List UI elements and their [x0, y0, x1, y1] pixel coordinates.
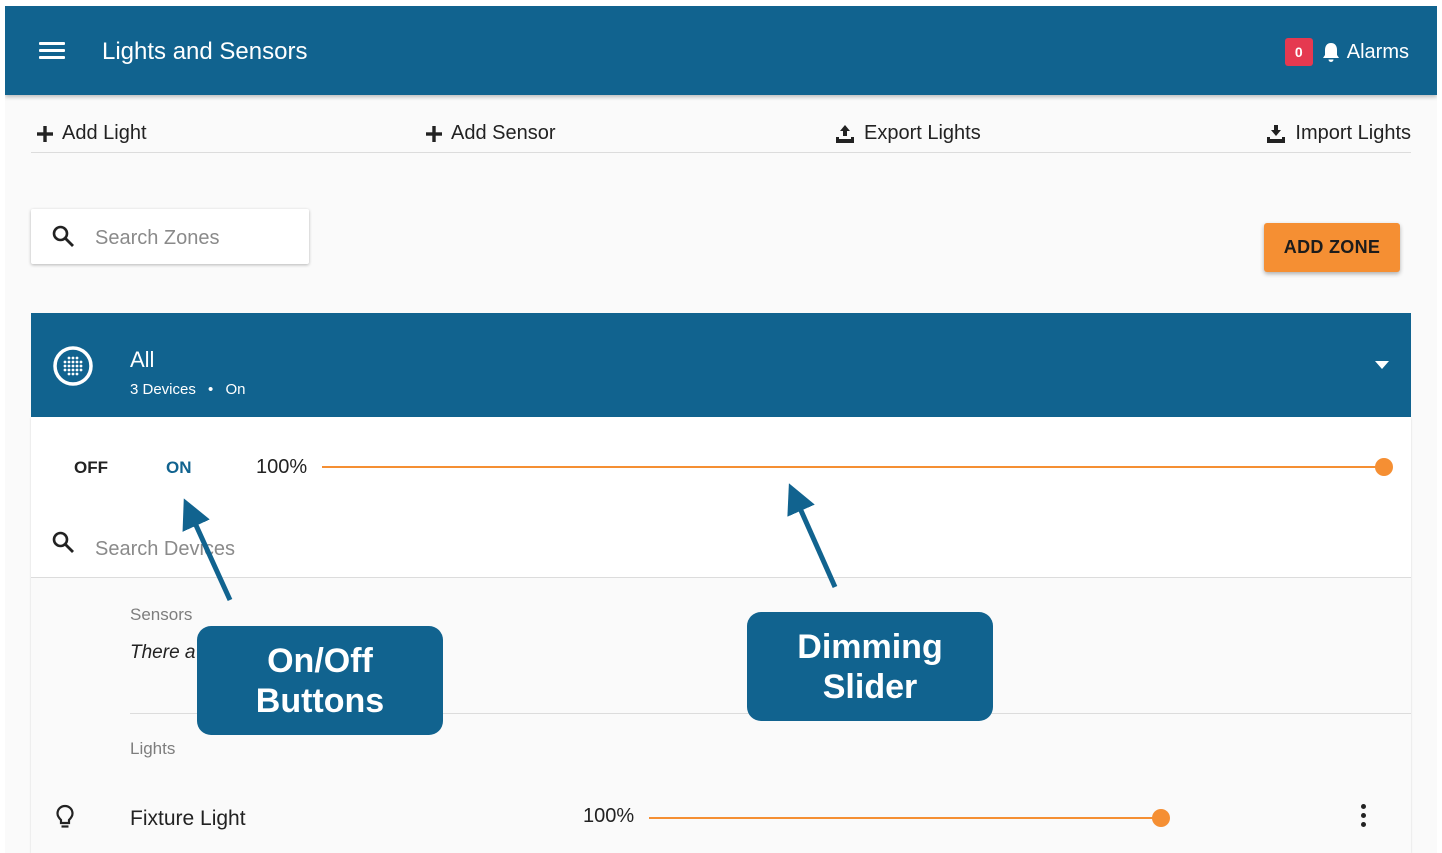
zone-name: All: [130, 347, 155, 372]
zone-dimming-slider[interactable]: [322, 466, 1384, 468]
lights-section-label: Lights: [130, 739, 176, 758]
zone-dim-level: 100%: [256, 456, 308, 478]
zone-status: 3 Devices • On: [130, 381, 245, 398]
plus-icon: [37, 125, 53, 142]
plus-icon: [426, 125, 442, 142]
alarm-count-badge: 0: [1284, 38, 1313, 66]
zone-search-input[interactable]: [93, 223, 297, 253]
zone-grid-icon: [53, 346, 93, 386]
actions-toolbar: Add Light Add Sensor Export Lights Impor…: [31, 114, 1411, 153]
zone-search-box: [31, 209, 309, 264]
more-vert-icon[interactable]: [1361, 804, 1367, 831]
zone-state: On: [225, 381, 246, 398]
search-icon: [52, 225, 74, 247]
on-button[interactable]: ON: [166, 458, 192, 478]
alarms-label: Alarms: [1346, 40, 1409, 63]
page: Lights and Sensors 0 Alarms Add Light Ad…: [5, 6, 1437, 853]
dimming-callout: Dimming Slider: [747, 612, 993, 721]
add-light-label: Add Light: [62, 122, 147, 144]
add-zone-button[interactable]: ADD ZONE: [1264, 223, 1400, 272]
sensors-section-label: Sensors: [130, 605, 193, 624]
bell-icon: [1322, 43, 1339, 62]
import-lights-label: Import Lights: [1295, 122, 1411, 144]
device-search-input[interactable]: [93, 534, 397, 564]
add-light-button[interactable]: Add Light: [37, 122, 147, 145]
dimming-callout-text: Dimming Slider: [797, 627, 943, 706]
add-sensor-button[interactable]: Add Sensor: [426, 122, 556, 145]
menu-icon[interactable]: [39, 42, 65, 60]
download-icon: [1267, 124, 1286, 143]
export-lights-label: Export Lights: [864, 122, 981, 144]
light-slider-thumb[interactable]: [1152, 809, 1170, 827]
search-icon: [52, 531, 74, 553]
onoff-callout: On/Off Buttons: [197, 626, 443, 735]
upload-icon: [836, 124, 854, 143]
light-dim-level: 100%: [583, 805, 635, 827]
light-name: Fixture Light: [130, 807, 246, 830]
sensors-empty-note: There a: [130, 642, 196, 663]
light-dimming-slider[interactable]: [649, 817, 1161, 819]
add-sensor-label: Add Sensor: [451, 122, 556, 144]
off-button[interactable]: OFF: [74, 458, 108, 478]
zone-slider-thumb[interactable]: [1375, 458, 1393, 476]
caret-down-icon[interactable]: [1375, 361, 1389, 369]
onoff-callout-text: On/Off Buttons: [255, 641, 385, 720]
alarms-button[interactable]: 0 Alarms: [1284, 38, 1409, 66]
lightbulb-icon: [56, 804, 74, 828]
zone-status-separator: •: [208, 381, 214, 398]
import-lights-button[interactable]: Import Lights: [1266, 122, 1411, 145]
page-title: Lights and Sensors: [102, 38, 308, 65]
zone-header[interactable]: All 3 Devices • On: [31, 313, 1411, 417]
export-lights-button[interactable]: Export Lights: [835, 122, 981, 145]
app-bar: Lights and Sensors 0 Alarms: [5, 6, 1437, 95]
zone-devices-count: 3 Devices: [130, 381, 196, 398]
